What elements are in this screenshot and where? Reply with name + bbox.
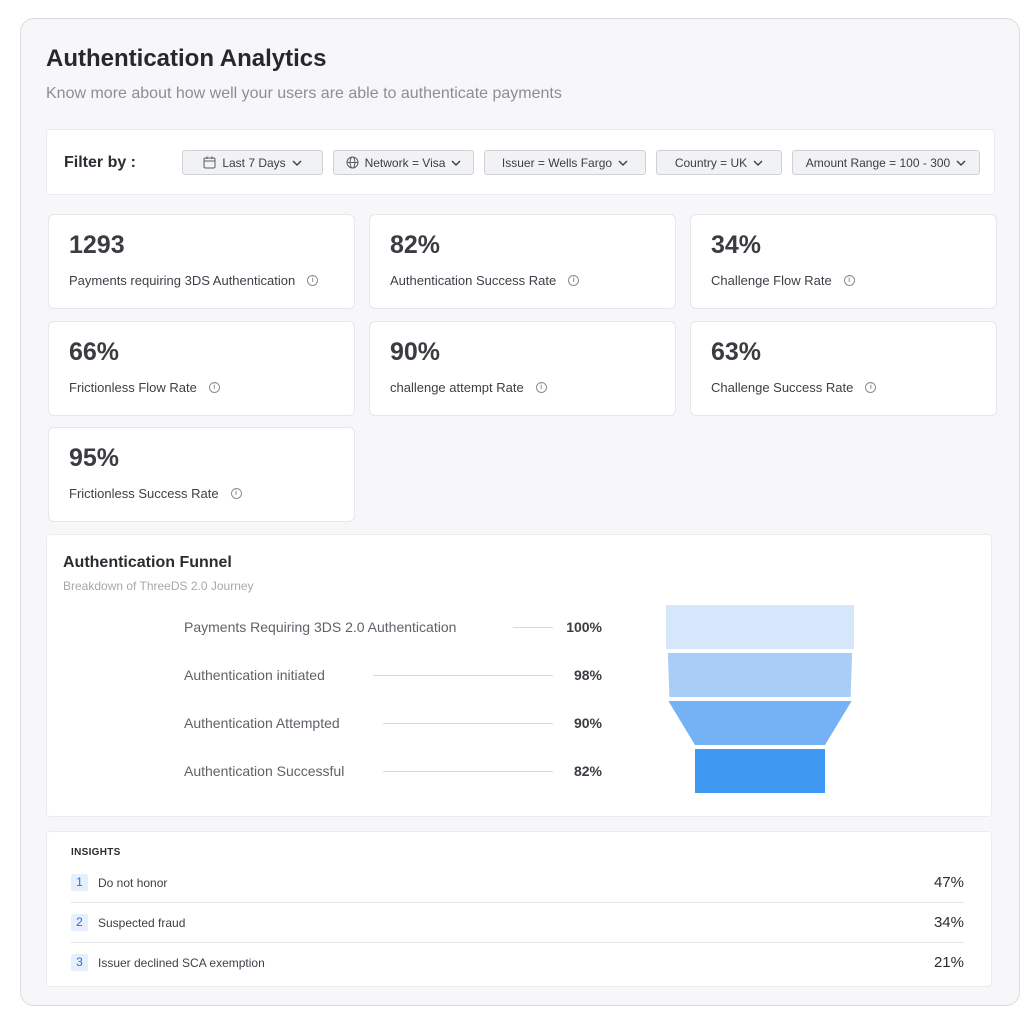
metric-value: 1293: [69, 231, 125, 259]
metric-label: Challenge Flow Rate: [711, 273, 832, 288]
insights-title: INSIGHTS: [71, 847, 121, 858]
funnel-stage-connector: [373, 675, 553, 676]
filter-bar: Filter by : Last 7 Days Network = Visa I…: [46, 129, 995, 195]
funnel-stage-label: Payments Requiring 3DS 2.0 Authenticatio…: [184, 619, 457, 635]
page-title: Authentication Analytics: [46, 45, 327, 72]
filter-network-label: Network = Visa: [364, 155, 446, 170]
insight-label: Do not honor: [98, 876, 168, 890]
filter-date-range[interactable]: Last 7 Days: [182, 150, 323, 175]
metric-value: 66%: [69, 338, 120, 366]
funnel-stage-label: Authentication initiated: [184, 667, 325, 683]
filter-amount-range[interactable]: Amount Range = 100 - 300: [792, 150, 980, 175]
metric-label: Frictionless Flow Rate: [69, 380, 197, 395]
metric-label: Authentication Success Rate: [390, 273, 557, 288]
metric-value: 90%: [390, 338, 441, 366]
funnel-stage-value: 82%: [573, 763, 602, 779]
metric-card-3ds-payments: 1293 Payments requiring 3DS Authenticati…: [48, 214, 355, 309]
filter-issuer-label: Issuer = Wells Fargo: [501, 155, 613, 170]
metric-label: Frictionless Success Rate: [69, 486, 219, 501]
funnel-stage-value: 98%: [573, 667, 602, 683]
metric-label: Challenge Success Rate: [711, 380, 854, 395]
funnel-segment: [695, 749, 825, 793]
insight-label: Suspected fraud: [98, 916, 186, 930]
metric-card-frictionless-flow-rate: 66% Frictionless Flow Rate i: [48, 321, 355, 416]
metric-value: 95%: [69, 444, 120, 472]
chevron-down-icon: [292, 160, 302, 166]
funnel-stage-value: 90%: [573, 715, 602, 731]
insight-rank-badge: 1: [71, 874, 88, 891]
metric-label-row: Authentication Success Rate i: [390, 273, 580, 288]
metric-card-frictionless-success-rate: 95% Frictionless Success Rate i: [48, 427, 355, 522]
info-icon[interactable]: i: [843, 275, 855, 286]
filter-country[interactable]: Country = UK: [656, 150, 782, 175]
filter-country-label: Country = UK: [674, 155, 748, 170]
info-icon[interactable]: i: [865, 382, 877, 393]
info-icon[interactable]: i: [307, 275, 319, 286]
filter-issuer[interactable]: Issuer = Wells Fargo: [484, 150, 646, 175]
info-icon[interactable]: i: [568, 275, 580, 286]
insight-row: 2 Suspected fraud 34%: [71, 903, 964, 943]
info-icon[interactable]: i: [230, 488, 242, 499]
funnel-chart: [666, 605, 854, 793]
info-icon[interactable]: i: [535, 382, 547, 393]
funnel-stage-value: 100%: [566, 619, 602, 635]
metric-card-challenge-flow-rate: 34% Challenge Flow Rate i: [690, 214, 997, 309]
chevron-down-icon: [753, 160, 763, 166]
metric-value: 63%: [711, 338, 762, 366]
insight-value: 47%: [933, 874, 964, 891]
insight-rank-badge: 3: [71, 954, 88, 971]
metric-card-challenge-attempt-rate: 90% challenge attempt Rate i: [369, 321, 676, 416]
info-icon[interactable]: i: [208, 382, 220, 393]
chevron-down-icon: [618, 160, 628, 166]
filter-amount-range-label: Amount Range = 100 - 300: [805, 155, 951, 170]
metric-card-challenge-success-rate: 63% Challenge Success Rate i: [690, 321, 997, 416]
funnel-segment: [666, 605, 854, 649]
insight-row: 1 Do not honor 47%: [71, 863, 964, 903]
metric-value: 82%: [390, 231, 441, 259]
metric-label-row: challenge attempt Rate i: [390, 380, 547, 395]
metric-label-row: Challenge Flow Rate i: [711, 273, 855, 288]
funnel-stage-connector: [383, 723, 553, 724]
funnel-segment: [667, 653, 853, 697]
funnel-title: Authentication Funnel: [63, 554, 232, 571]
filter-date-range-label: Last 7 Days: [222, 155, 286, 170]
funnel-stage-label: Authentication Successful: [184, 763, 345, 779]
funnel-subtitle: Breakdown of ThreeDS 2.0 Journey: [63, 579, 254, 593]
funnel-stage-label: Authentication Attempted: [184, 715, 340, 731]
globe-icon: [346, 156, 359, 169]
chevron-down-icon: [451, 160, 461, 166]
metric-label: Payments requiring 3DS Authentication: [69, 273, 296, 288]
insight-rank-badge: 2: [71, 914, 88, 931]
funnel-segment: [668, 701, 852, 745]
filter-network[interactable]: Network = Visa: [333, 150, 474, 175]
filter-label: Filter by :: [64, 154, 137, 171]
metric-label-row: Frictionless Flow Rate i: [69, 380, 220, 395]
metric-label-row: Frictionless Success Rate i: [69, 486, 242, 501]
funnel-stage-connector: [383, 771, 553, 772]
metric-card-auth-success-rate: 82% Authentication Success Rate i: [369, 214, 676, 309]
metric-value: 34%: [711, 231, 762, 259]
insight-value: 34%: [933, 914, 964, 931]
authentication-analytics-panel: Authentication Analytics Know more about…: [20, 18, 1020, 1006]
metric-label-row: Challenge Success Rate i: [711, 380, 877, 395]
insight-label: Issuer declined SCA exemption: [98, 956, 265, 970]
page-subtitle: Know more about how well your users are …: [46, 85, 562, 102]
funnel-stage-connector: [513, 627, 553, 628]
calendar-icon: [203, 156, 216, 169]
chevron-down-icon: [956, 160, 966, 166]
metric-label-row: Payments requiring 3DS Authentication i: [69, 273, 319, 288]
insights-card: INSIGHTS 1 Do not honor 47% 2 Suspected …: [46, 831, 992, 987]
authentication-funnel-card: Authentication Funnel Breakdown of Three…: [46, 534, 992, 817]
metric-label: challenge attempt Rate: [390, 380, 524, 395]
insight-value: 21%: [933, 954, 964, 971]
insight-row: 3 Issuer declined SCA exemption 21%: [71, 943, 964, 983]
